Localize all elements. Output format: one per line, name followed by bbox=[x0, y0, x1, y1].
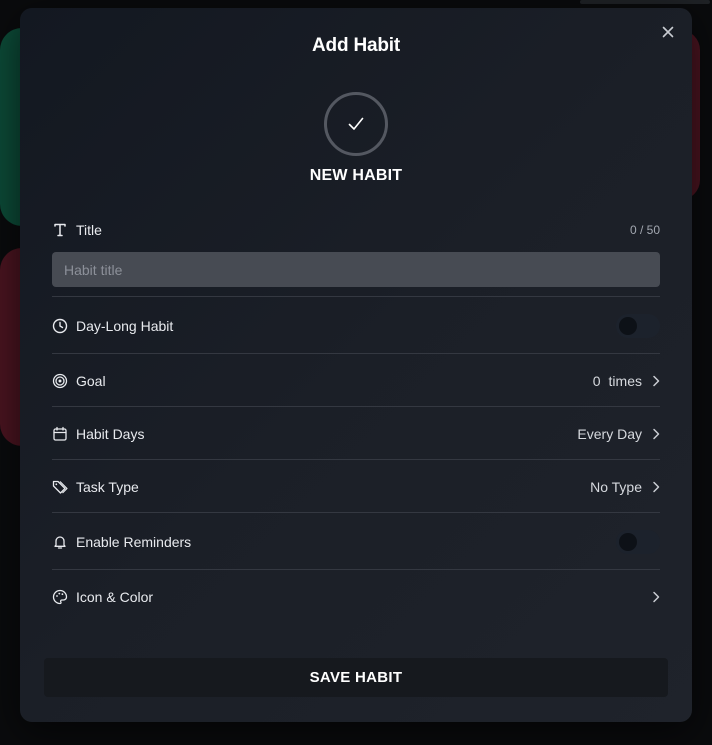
enable-reminders-label: Enable Reminders bbox=[76, 533, 192, 550]
task-type-value: No Type bbox=[590, 479, 660, 495]
modal-title: Add Habit bbox=[312, 35, 400, 56]
habit-days-selection: Every Day bbox=[577, 425, 642, 442]
habit-title-input[interactable] bbox=[52, 252, 660, 287]
habit-days-row[interactable]: Habit Days Every Day bbox=[52, 406, 660, 460]
habit-days-label: Habit Days bbox=[76, 425, 145, 442]
habit-days-value: Every Day bbox=[577, 426, 660, 442]
clock-icon bbox=[52, 318, 68, 334]
task-type-selection: No Type bbox=[590, 478, 642, 495]
add-habit-modal: Add Habit NEW HABIT Title 0 / 50 Day-Lon… bbox=[20, 8, 692, 722]
icon-color-row[interactable]: Icon & Color bbox=[52, 569, 660, 623]
goal-value: 0 times bbox=[593, 373, 660, 389]
enable-reminders-row[interactable]: Enable Reminders bbox=[52, 512, 660, 570]
icon-color-value bbox=[642, 591, 660, 603]
chevron-right-icon bbox=[652, 591, 660, 603]
checkmark-icon bbox=[348, 117, 364, 130]
toggle-knob bbox=[619, 532, 637, 551]
bell-icon bbox=[52, 534, 68, 550]
icon-color-label: Icon & Color bbox=[76, 588, 154, 605]
habit-icon-preview[interactable] bbox=[324, 92, 388, 156]
goal-count: 0 bbox=[592, 372, 601, 389]
goal-unit: times bbox=[608, 372, 642, 389]
task-type-label: Task Type bbox=[76, 478, 139, 495]
tag-icon bbox=[52, 479, 68, 495]
habit-name-preview: NEW HABIT bbox=[309, 167, 403, 184]
title-label: Title bbox=[76, 222, 102, 238]
day-long-habit-row[interactable]: Day-Long Habit bbox=[52, 296, 660, 354]
calendar-icon bbox=[52, 426, 68, 442]
title-char-counter: 0 / 50 bbox=[629, 223, 660, 237]
goal-label: Goal bbox=[76, 372, 106, 389]
day-long-habit-toggle[interactable] bbox=[616, 313, 660, 338]
text-icon bbox=[52, 222, 68, 238]
chevron-right-icon bbox=[652, 428, 660, 440]
goal-row[interactable]: Goal 0 times bbox=[52, 353, 660, 407]
day-long-habit-label: Day-Long Habit bbox=[76, 317, 174, 334]
enable-reminders-toggle[interactable] bbox=[616, 529, 660, 554]
title-field-header: Title 0 / 50 bbox=[52, 220, 660, 240]
save-habit-button[interactable]: SAVE HABIT bbox=[44, 658, 668, 697]
task-type-row[interactable]: Task Type No Type bbox=[52, 459, 660, 513]
background-strip bbox=[580, 0, 710, 4]
chevron-right-icon bbox=[652, 375, 660, 387]
chevron-right-icon bbox=[652, 481, 660, 493]
toggle-knob bbox=[619, 316, 637, 335]
target-icon bbox=[52, 373, 68, 389]
palette-icon bbox=[52, 589, 68, 605]
